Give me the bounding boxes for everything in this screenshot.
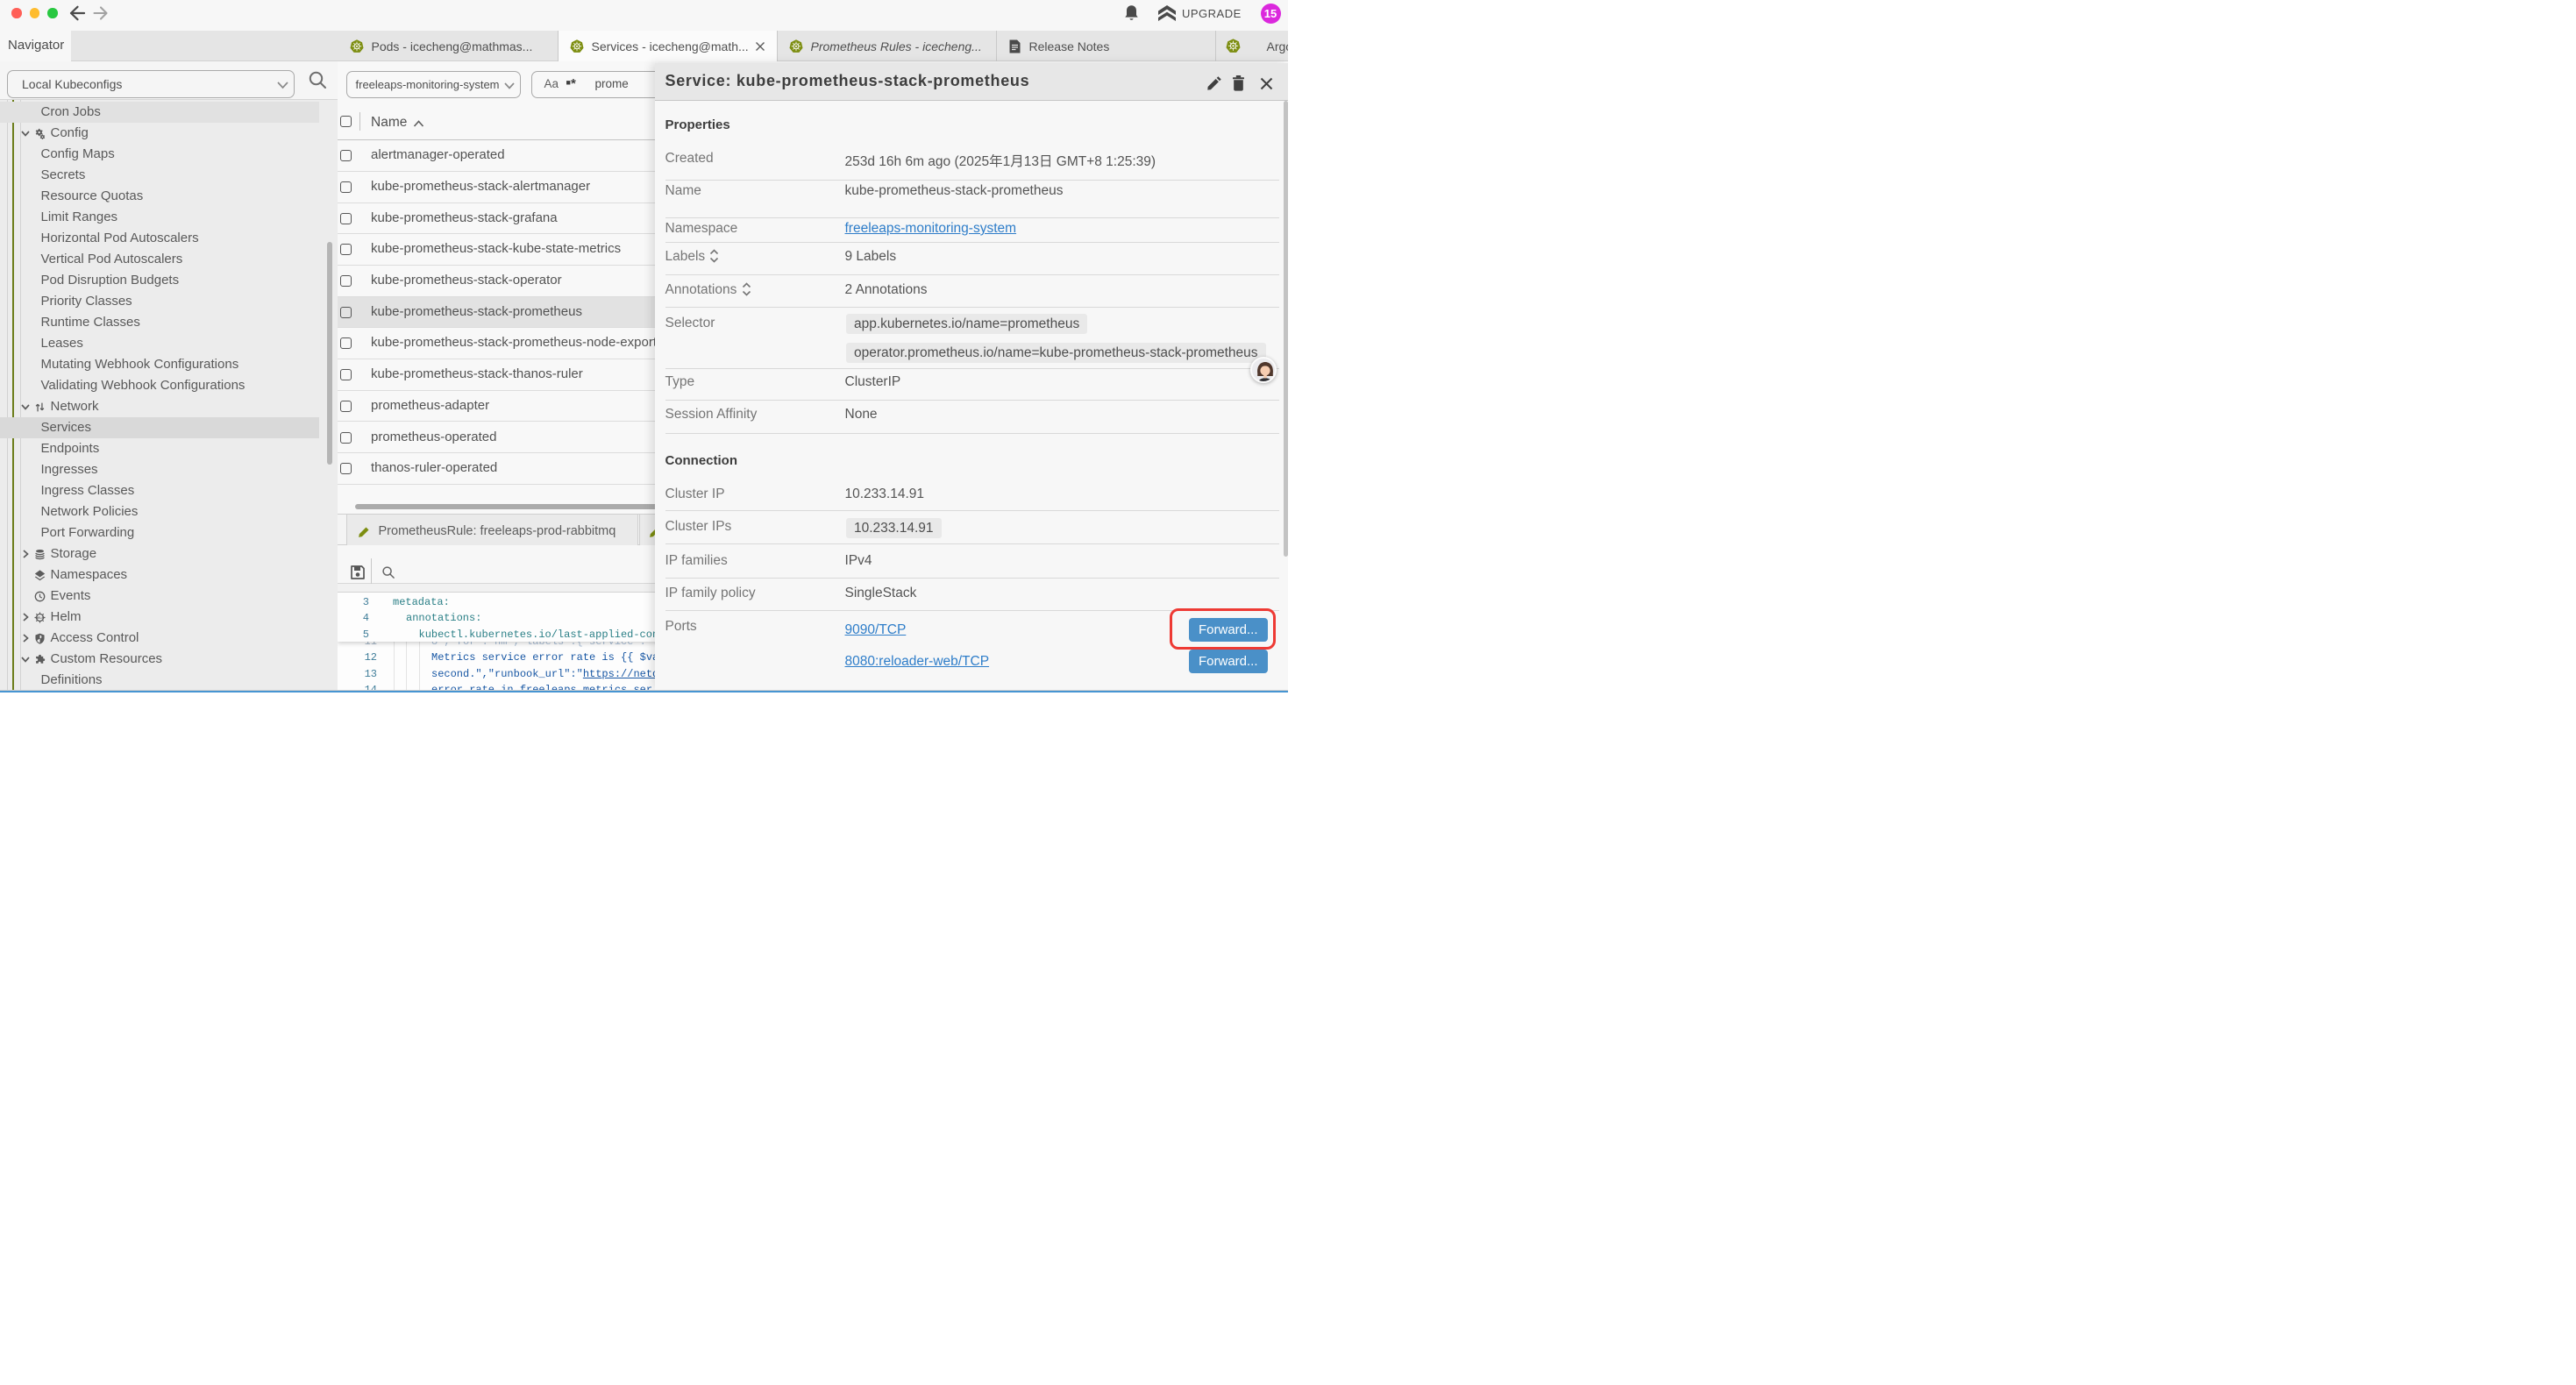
svg-text:HELM: HELM xyxy=(36,615,45,619)
